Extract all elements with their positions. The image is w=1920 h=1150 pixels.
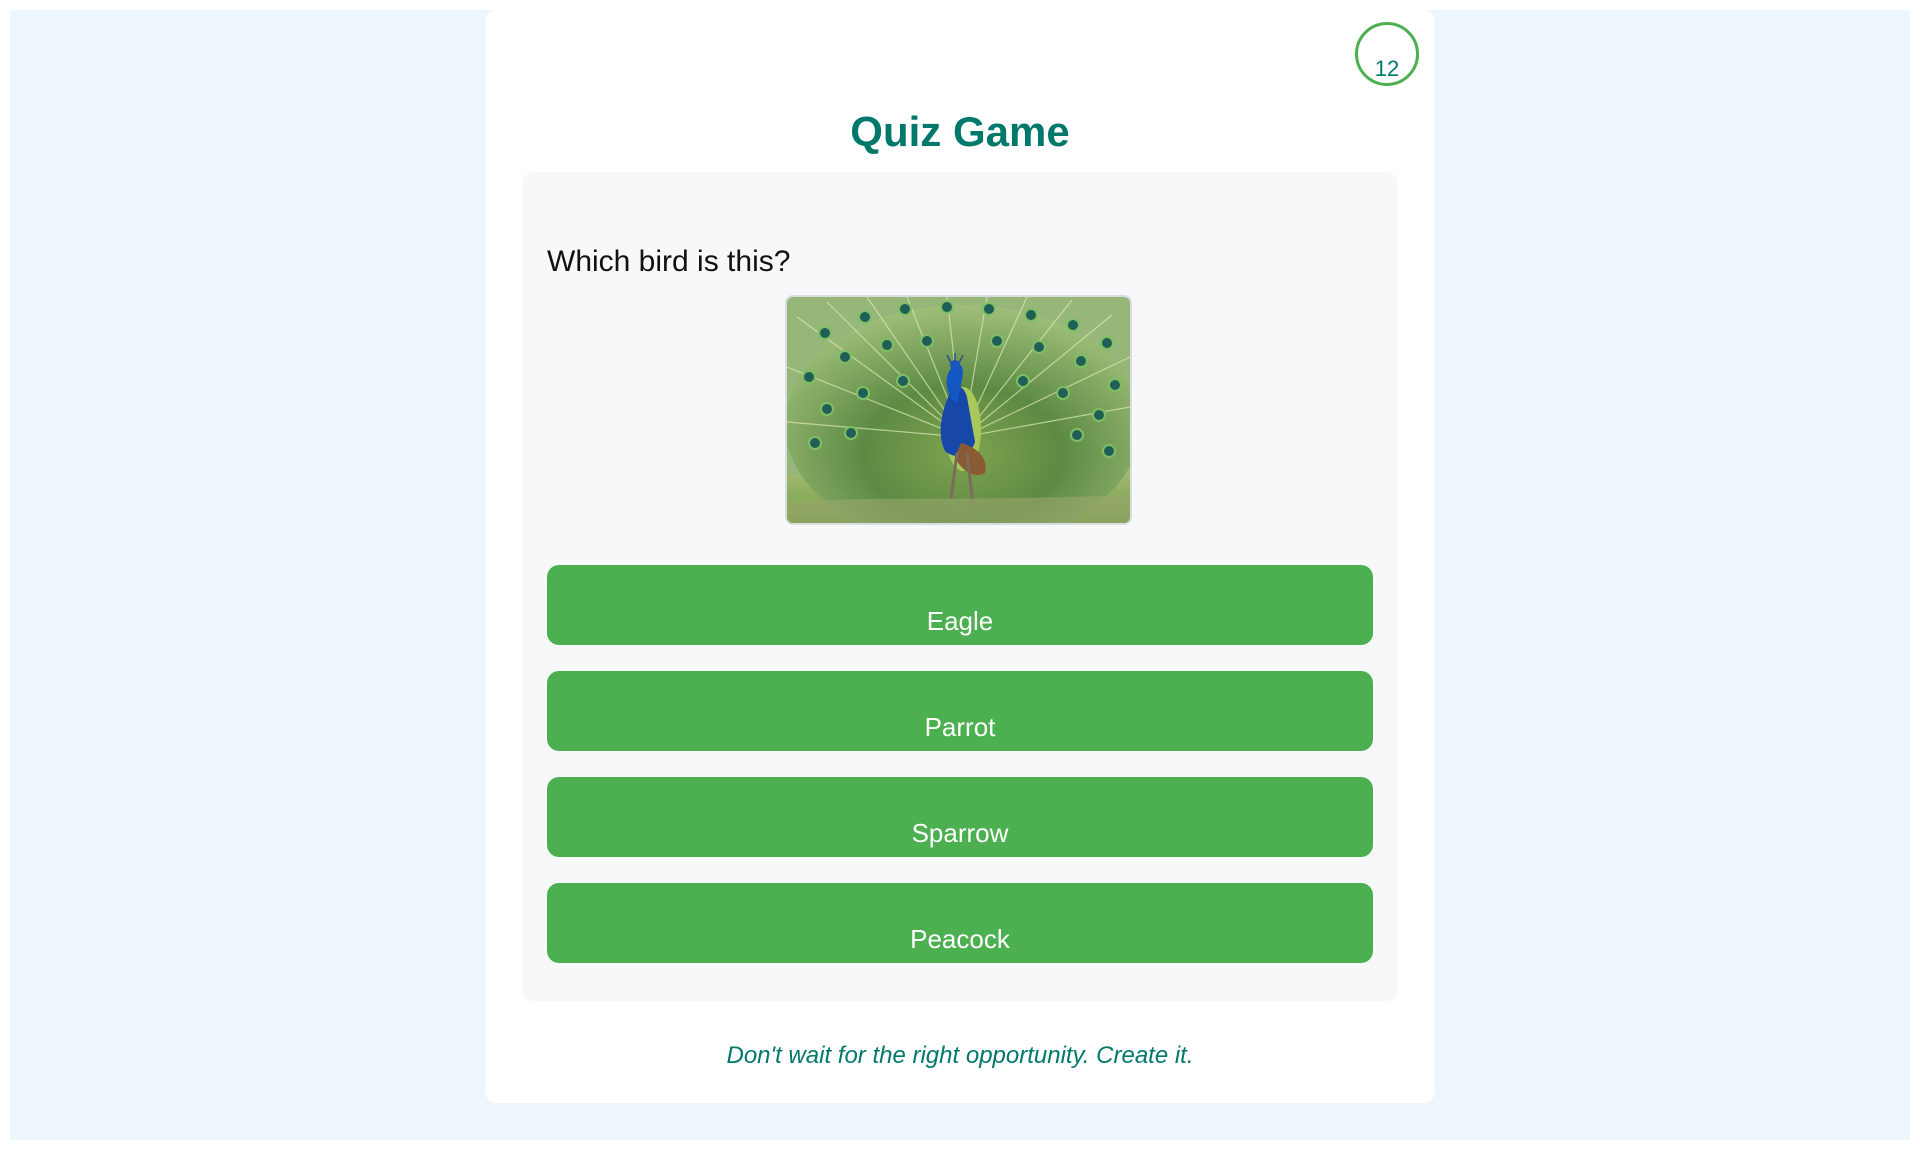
question-text: Which bird is this? [547, 245, 791, 278]
answer-label: Parrot [924, 712, 996, 742]
answer-button-peacock[interactable]: Peacock [547, 883, 1373, 963]
motivational-quote: Don't wait for the right opportunity. Cr… [726, 1042, 1194, 1069]
answer-button-sparrow[interactable]: Sparrow [547, 777, 1373, 857]
peacock-illustration [787, 297, 1130, 523]
question-panel: Which bird is this? Eagle Parrot Sparrow… [522, 172, 1398, 1001]
timer-badge: 12 [1355, 22, 1419, 86]
answer-button-parrot[interactable]: Parrot [547, 671, 1373, 751]
timer-value: 12 [1374, 56, 1400, 81]
answer-list: Eagle Parrot Sparrow Peacock [547, 565, 1373, 989]
quiz-card: 12 Quiz Game Which bird is this? Eagle P… [485, 10, 1435, 1103]
answer-button-eagle[interactable]: Eagle [547, 565, 1373, 645]
peacock-image [785, 295, 1132, 525]
answer-label: Eagle [926, 606, 994, 636]
page-title: Quiz Game [850, 108, 1070, 155]
answer-label: Peacock [910, 924, 1010, 954]
answer-label: Sparrow [911, 818, 1009, 848]
